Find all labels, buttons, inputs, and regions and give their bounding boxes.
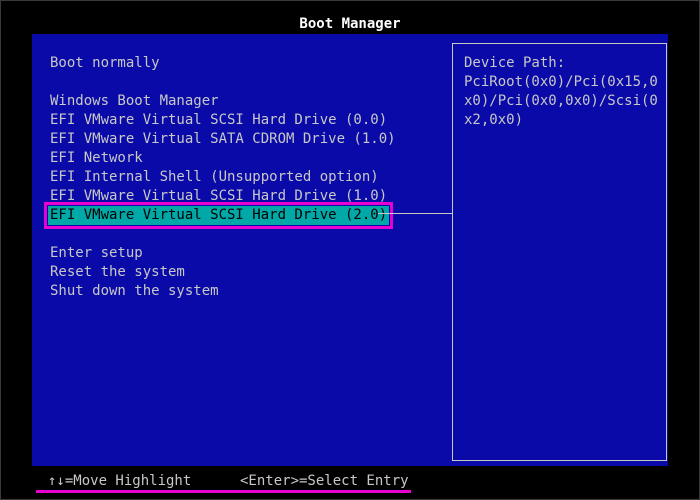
menu-item-sata-cdrom-drive[interactable]: EFI VMware Virtual SATA CDROM Drive (1.0…: [48, 130, 398, 149]
menu-item-reset-system[interactable]: Reset the system: [48, 263, 187, 282]
selection-connector-line: [378, 213, 452, 214]
menu-item-efi-network[interactable]: EFI Network: [48, 149, 145, 168]
menu-item-windows-boot-manager[interactable]: Windows Boot Manager: [48, 92, 221, 111]
device-path-box: Device Path: PciRoot(0x0)/Pci(0x15,0x0)/…: [452, 43, 667, 461]
menu-item-scsi-hard-drive-0[interactable]: EFI VMware Virtual SCSI Hard Drive (0.0): [48, 111, 389, 130]
move-highlight-hint: ↑↓=Move Highlight: [48, 473, 192, 489]
menu-item-enter-setup[interactable]: Enter setup: [48, 244, 145, 263]
device-path-heading: Device Path:: [464, 55, 566, 71]
menu-item-efi-internal-shell[interactable]: EFI Internal Shell (Unsupported option): [48, 168, 381, 187]
device-path-value: PciRoot(0x0)/Pci(0x15,0x0)/Pci(0x0,0x0)/…: [464, 74, 658, 128]
menu-item-scsi-hard-drive-2-selected[interactable]: EFI VMware Virtual SCSI Hard Drive (2.0): [43, 202, 394, 229]
menu-item-shut-down[interactable]: Shut down the system: [48, 282, 221, 301]
footer-annotation-underline: [36, 490, 411, 493]
window-title: Boot Manager: [299, 16, 401, 32]
menu-item-scsi-hard-drive-1[interactable]: EFI VMware Virtual SCSI Hard Drive (1.0): [48, 187, 389, 206]
select-entry-hint: <Enter>=Select Entry: [240, 473, 409, 489]
menu-item-boot-normally[interactable]: Boot normally: [48, 54, 162, 73]
footer-bar: ↑↓=Move Highlight <Enter>=Select Entry: [0, 470, 700, 492]
device-path-text: Device Path: PciRoot(0x0)/Pci(0x15,0x0)/…: [464, 54, 662, 130]
